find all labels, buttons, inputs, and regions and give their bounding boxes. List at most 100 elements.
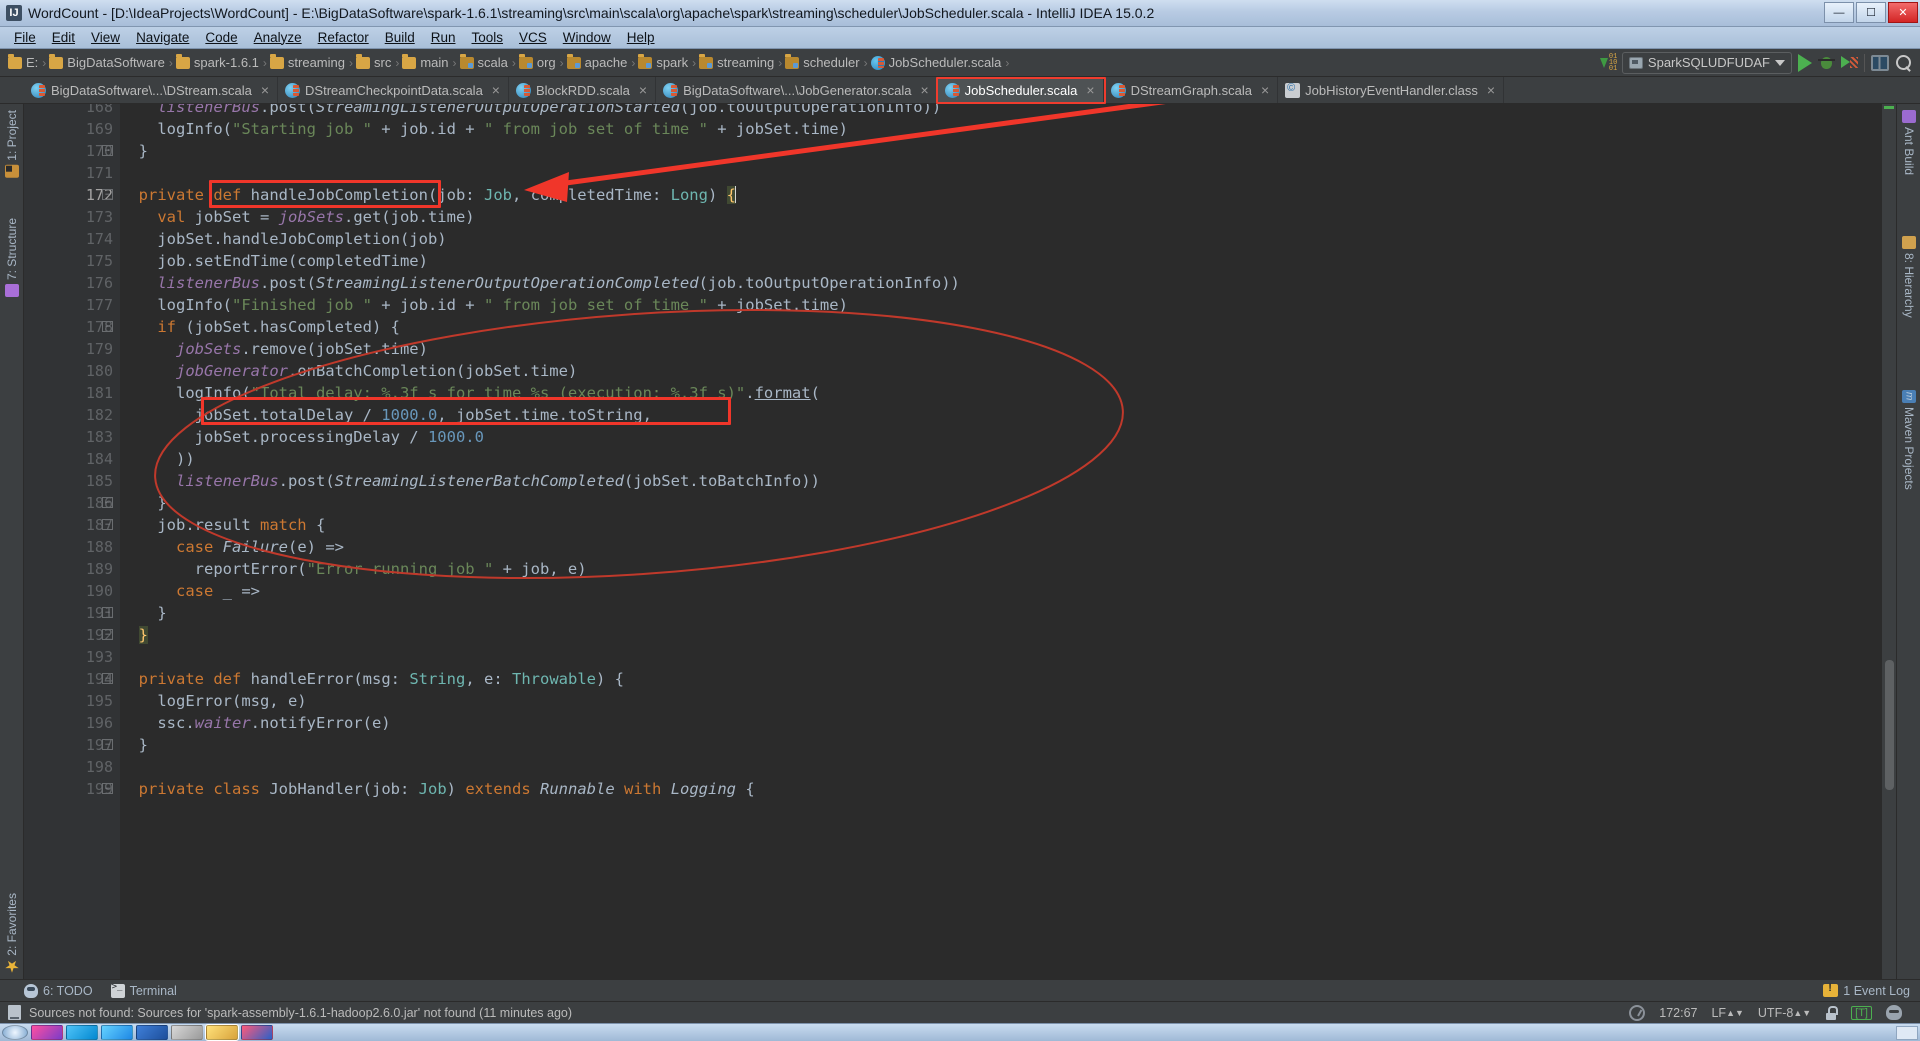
breadcrumb-item-src[interactable]: src xyxy=(355,53,391,70)
breadcrumb-item-streaming[interactable]: streaming xyxy=(269,53,345,70)
taskbar-show-desktop[interactable] xyxy=(1896,1025,1918,1040)
breadcrumb-item-streaming[interactable]: streaming xyxy=(699,53,774,70)
editor-tab-dstreamgraph-scala[interactable]: DStreamGraph.scala × xyxy=(1104,77,1279,103)
error-stripe-markers[interactable] xyxy=(1882,104,1896,979)
breadcrumb-item-org[interactable]: org xyxy=(518,53,556,70)
sidebar-item-maven[interactable]: m Maven Projects xyxy=(1897,386,1920,494)
menu-window[interactable]: Window xyxy=(555,27,619,49)
start-orb[interactable] xyxy=(2,1025,28,1040)
breadcrumb-item-apache[interactable]: apache xyxy=(566,53,627,70)
bottom-item-terminal[interactable]: Terminal xyxy=(110,982,177,998)
menu-help[interactable]: Help xyxy=(619,27,663,49)
menu-tools[interactable]: Tools xyxy=(464,27,512,49)
minimize-button[interactable]: — xyxy=(1824,2,1854,23)
fold-marker[interactable]: − xyxy=(102,321,113,332)
breadcrumb-item-scala[interactable]: scala xyxy=(459,53,508,70)
menu-navigate[interactable]: Navigate xyxy=(128,27,197,49)
project-structure-icon[interactable] xyxy=(1871,54,1889,71)
bottom-tool-window-bar: 6: TODO Terminal 1 Event Log xyxy=(0,979,1920,1001)
code-line: )) xyxy=(120,450,195,468)
code-line: job.result match { xyxy=(120,516,326,534)
taskbar-app-explorer[interactable] xyxy=(205,1024,239,1041)
sidebar-item-favorites[interactable]: 2: Favorites xyxy=(0,889,24,977)
translate-badge[interactable]: [T] xyxy=(1851,1005,1872,1020)
taskbar-app-2[interactable] xyxy=(66,1025,98,1040)
close-button[interactable]: ✕ xyxy=(1888,2,1918,23)
line-separator-selector[interactable]: LF▲▼ xyxy=(1711,1006,1743,1020)
encoding-selector[interactable]: UTF-8▲▼ xyxy=(1758,1006,1811,1020)
taskbar-app-1[interactable] xyxy=(31,1025,63,1040)
sidebar-item-structure[interactable]: 7: Structure xyxy=(0,214,24,301)
line-number: 182 xyxy=(85,406,113,424)
code-text[interactable]: listenerBus.post(StreamingListenerOutput… xyxy=(120,104,1896,979)
window-title: WordCount - [D:\IdeaProjects\WordCount] … xyxy=(28,5,1155,21)
caret-position[interactable]: 172:67 xyxy=(1659,1006,1697,1020)
taskbar-app-3[interactable] xyxy=(101,1025,133,1040)
source-folder-icon xyxy=(459,53,474,69)
breadcrumb-item-main[interactable]: main xyxy=(402,53,449,70)
sidebar-item-ant-build[interactable]: Ant Build xyxy=(1897,106,1920,179)
taskbar-app-idea[interactable] xyxy=(241,1025,273,1040)
breadcrumb-item-spark[interactable]: spark xyxy=(638,53,688,70)
menu-file[interactable]: File xyxy=(6,27,44,49)
memory-gauge-icon[interactable] xyxy=(1629,1004,1646,1021)
fold-marker[interactable]: − xyxy=(102,673,113,684)
unlock-icon[interactable] xyxy=(1825,1005,1839,1020)
breadcrumb-item-e-[interactable]: E: xyxy=(8,53,38,70)
code-line: case _ => xyxy=(176,582,260,600)
close-icon[interactable]: × xyxy=(639,82,647,98)
breadcrumb-item-scheduler[interactable]: scheduler xyxy=(785,53,860,70)
breadcrumb-item-jobscheduler-scala[interactable]: JobScheduler.scala xyxy=(870,55,1001,70)
event-log-button[interactable]: 1 Event Log xyxy=(1823,982,1920,998)
menu-edit[interactable]: Edit xyxy=(44,27,83,49)
editor-tab-jobhistoryeventhandler-class[interactable]: JobHistoryEventHandler.class × xyxy=(1278,77,1505,103)
taskbar-app-5[interactable] xyxy=(171,1025,203,1040)
fold-marker[interactable]: − xyxy=(102,519,113,530)
fold-marker[interactable]: − xyxy=(102,629,113,640)
menu-analyze[interactable]: Analyze xyxy=(246,27,310,49)
editor-tab-blockrdd-scala[interactable]: BlockRDD.scala × xyxy=(509,77,657,103)
search-everywhere-icon[interactable] xyxy=(1895,54,1912,71)
line-number: 196 xyxy=(85,714,113,732)
updown-binary-icon[interactable]: 01 10 01 xyxy=(1599,53,1617,72)
run-configuration-selector[interactable]: SparkSQLUDFUDAF xyxy=(1621,51,1792,74)
sidebar-item-hierarchy[interactable]: 8: Hierarchy xyxy=(1897,232,1920,322)
run-icon[interactable] xyxy=(1798,53,1812,72)
menu-run[interactable]: Run xyxy=(423,27,464,49)
close-icon[interactable]: × xyxy=(1261,82,1269,98)
close-icon[interactable]: × xyxy=(492,82,500,98)
fold-marker[interactable]: − xyxy=(102,783,113,794)
editor-scrollbar-thumb[interactable] xyxy=(1885,660,1894,790)
close-icon[interactable]: × xyxy=(261,82,269,98)
code-editor[interactable]: 168 169 170 171 172 173 174 175 176 177 178 179 180 1… xyxy=(24,104,1896,979)
editor-tab-jobscheduler-scala[interactable]: JobScheduler.scala × xyxy=(937,77,1104,103)
fold-marker[interactable]: − xyxy=(102,189,113,200)
sidebar-item-project[interactable]: 1: Project xyxy=(0,106,24,182)
bottom-item-todo[interactable]: 6: TODO xyxy=(24,983,93,998)
fold-marker[interactable]: − xyxy=(102,497,113,508)
menu-refactor[interactable]: Refactor xyxy=(310,27,377,49)
fold-marker[interactable]: − xyxy=(102,145,113,156)
close-icon[interactable]: × xyxy=(1487,82,1495,98)
menu-view[interactable]: View xyxy=(83,27,128,49)
fold-marker[interactable]: − xyxy=(102,739,113,750)
editor-tab-dstreamcheckpointdata-scala[interactable]: DStreamCheckpointData.scala × xyxy=(278,77,509,103)
hector-inspector-icon[interactable] xyxy=(1886,1005,1902,1020)
coverage-icon[interactable] xyxy=(1841,54,1858,71)
editor-tab-bigdatasoftware-----jobgenerator-scala[interactable]: BigDataSoftware\...\JobGenerator.scala × xyxy=(656,77,938,103)
breadcrumb-separator: › xyxy=(778,55,783,70)
scala-file-icon xyxy=(663,82,679,98)
close-icon[interactable]: × xyxy=(1086,82,1094,98)
taskbar-app-4[interactable] xyxy=(136,1025,168,1040)
close-icon[interactable]: × xyxy=(920,82,928,98)
menu-build[interactable]: Build xyxy=(377,27,423,49)
debug-icon[interactable] xyxy=(1818,54,1835,71)
line-number: 195 xyxy=(85,692,113,710)
maximize-button[interactable]: ☐ xyxy=(1856,2,1886,23)
menu-code[interactable]: Code xyxy=(197,27,245,49)
editor-tab-bigdatasoftware-----dstream-scala[interactable]: BigDataSoftware\...\DStream.scala × xyxy=(24,77,279,103)
fold-marker[interactable]: − xyxy=(102,607,113,618)
breadcrumb-item-spark-1-6-1[interactable]: spark-1.6.1 xyxy=(175,53,259,70)
breadcrumb-item-bigdatasoftware[interactable]: BigDataSoftware xyxy=(49,53,165,70)
menu-vcs[interactable]: VCS xyxy=(511,27,555,49)
